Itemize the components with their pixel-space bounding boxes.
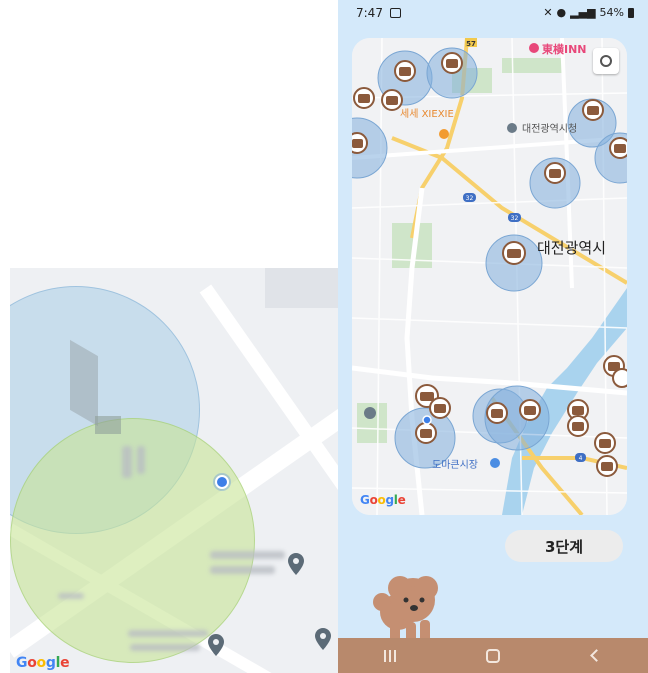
- svg-text:32: 32: [511, 215, 519, 222]
- poi-pin-icon: [364, 407, 376, 419]
- phone-screen: 7:47 ✕ ● ▂▄▆ 54% 57 32 32 4 東横INN 세세 XIE…: [338, 0, 648, 673]
- map-canvas[interactable]: 57 32 32 4 東横INN 세세 XIEXIE 대전광역시청 대전광역시 …: [352, 38, 627, 515]
- location-icon: ●: [556, 6, 567, 19]
- blurred-label: [58, 593, 84, 599]
- poi-pin-icon: [507, 123, 517, 133]
- recent-apps-icon: [383, 649, 396, 662]
- home-icon: [485, 648, 500, 663]
- map-view[interactable]: 57 32 32 4 東横INN 세세 XIEXIE 대전광역시청 대전광역시 …: [352, 38, 627, 515]
- user-location-icon: [422, 415, 432, 425]
- map-label-city: 대전광역시: [537, 239, 606, 257]
- battery-icon: [628, 7, 634, 18]
- blurred-label: [137, 446, 145, 474]
- dog-mascot-icon: [373, 576, 438, 644]
- home-button[interactable]: [473, 641, 513, 671]
- map-building: [95, 416, 121, 434]
- signal-icon: ▂▄▆: [570, 6, 596, 19]
- left-map[interactable]: Google: [10, 268, 338, 673]
- svg-text:4: 4: [579, 455, 583, 462]
- svg-text:32: 32: [466, 195, 474, 202]
- stage-button[interactable]: 3단계: [505, 530, 623, 562]
- road-badge: 57: [465, 38, 477, 48]
- poi-pin-icon: [490, 458, 500, 468]
- blurred-label: [122, 446, 132, 478]
- road-badge: 32: [463, 193, 476, 202]
- nav-bar: [338, 638, 648, 673]
- status-icons: ✕ ● ▂▄▆ 54%: [543, 6, 634, 19]
- blurred-label: [130, 644, 200, 651]
- mute-icon: ✕: [543, 6, 553, 19]
- map-pin-icon[interactable]: [288, 553, 304, 575]
- blurred-label: [210, 566, 275, 574]
- status-bar: 7:47 ✕ ● ▂▄▆ 54%: [338, 0, 648, 26]
- map-label-city-hall: 대전광역시청: [522, 123, 577, 135]
- map-pin-icon[interactable]: [208, 634, 224, 656]
- battery-level: 54%: [599, 6, 624, 19]
- back-icon: [589, 649, 603, 662]
- blurred-label: [210, 551, 285, 559]
- map-label-xiexie: 세세 XIEXIE: [400, 108, 454, 120]
- location-pin-icon[interactable]: [215, 475, 229, 489]
- crosshair-icon: [600, 55, 612, 67]
- map-park: [502, 58, 562, 73]
- status-time: 7:47: [356, 6, 383, 20]
- svg-text:57: 57: [466, 40, 476, 48]
- road-badge: 32: [508, 213, 521, 222]
- map-label-market: 도마큰시장: [432, 459, 478, 471]
- poi-pin-icon: [529, 43, 539, 53]
- poi-pin-icon: [439, 129, 449, 139]
- map-pin-icon[interactable]: [315, 628, 331, 650]
- map-label-toyoko: 東横INN: [542, 42, 587, 56]
- gallery-icon: [390, 8, 401, 18]
- google-logo: Google: [360, 493, 406, 507]
- road-badge: 4: [575, 453, 586, 462]
- back-button[interactable]: [576, 641, 616, 671]
- google-logo: Google: [16, 655, 70, 671]
- my-location-button[interactable]: [593, 48, 619, 74]
- blurred-label: [128, 630, 208, 637]
- recent-apps-button[interactable]: [370, 641, 410, 671]
- map-block: [265, 268, 338, 308]
- range-circle-green: [10, 418, 255, 663]
